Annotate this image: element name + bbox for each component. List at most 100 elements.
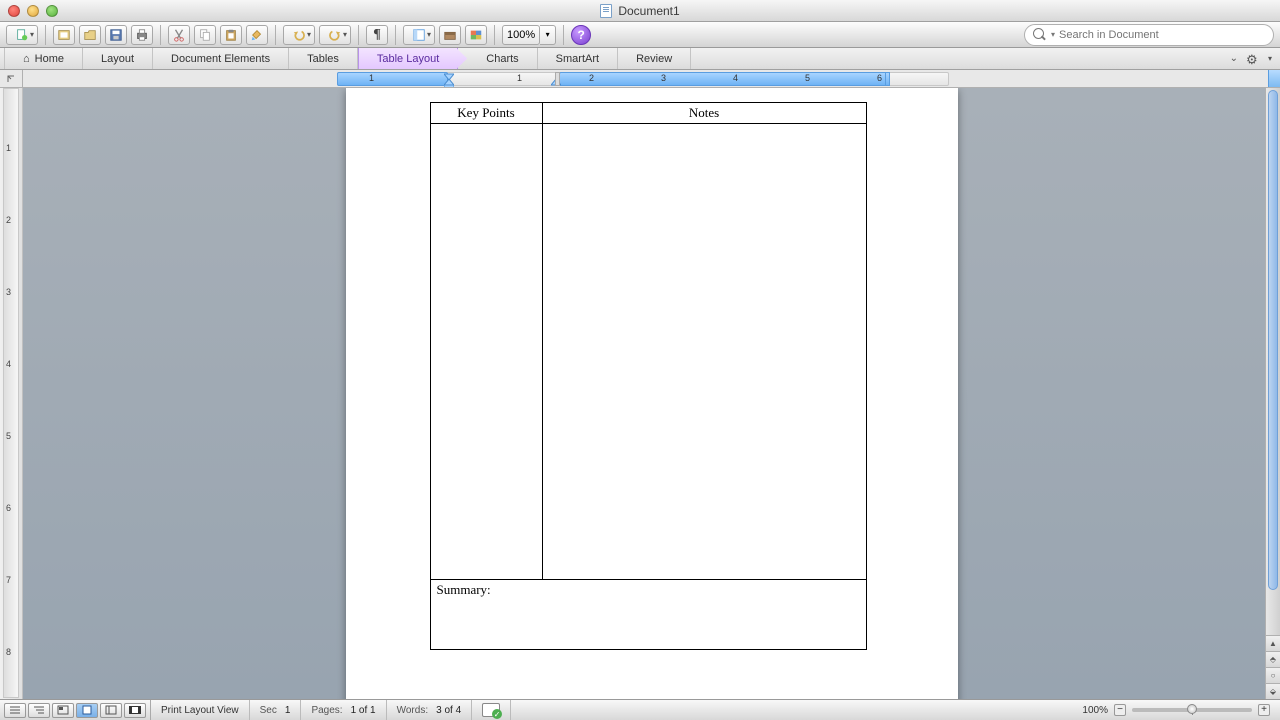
sidebar-toggle-button[interactable] [403,25,435,45]
table-body-row[interactable] [430,124,866,580]
show-formatting-button[interactable]: ¶ [366,25,388,45]
zoom-window-button[interactable] [46,5,58,17]
view-mode-buttons [0,700,151,720]
table-cell-keypoints[interactable] [430,124,542,580]
copy-button[interactable] [194,25,216,45]
cut-button[interactable] [168,25,190,45]
zoom-in-button[interactable]: + [1258,704,1270,716]
ruler-right-margin-marker[interactable] [885,72,890,86]
status-zoom: 100% − + [1072,704,1280,716]
toolbox-button[interactable] [439,25,461,45]
view-name-label: Print Layout View [161,705,239,716]
redo-button[interactable] [319,25,351,45]
zoom-value[interactable]: 100% [502,25,540,45]
table-header-row[interactable]: Key Points Notes [430,103,866,124]
ribbon-settings-dropdown-icon[interactable]: ▾ [1268,54,1272,63]
vruler-2: 2 [6,215,11,225]
tab-document-elements-label: Document Elements [171,53,270,65]
status-pages[interactable]: Pages: 1 of 1 [301,700,386,720]
status-words[interactable]: Words: 3 of 4 [387,700,473,720]
horizontal-ruler-row: 1 1 2 3 4 5 6 [0,70,1280,88]
page[interactable]: Key Points Notes Summary: [346,88,958,699]
horizontal-ruler[interactable]: 1 1 2 3 4 5 6 [23,70,1280,87]
indent-left-marker[interactable] [444,79,454,87]
vertical-scrollbar[interactable]: ▲ ⬘ ○ ⬙ [1265,88,1280,699]
open-template-button[interactable] [53,25,75,45]
words-label: Words: [397,705,429,716]
zoom-selector[interactable]: 100% ▾ [502,25,556,45]
vertical-ruler[interactable]: 1 2 3 4 5 6 7 8 [0,88,23,699]
format-painter-button[interactable] [246,25,268,45]
search-dropdown-icon[interactable]: ▾ [1051,30,1055,39]
print-button[interactable] [131,25,153,45]
status-view-name[interactable]: Print Layout View [151,700,250,720]
search-input[interactable] [1059,29,1265,41]
undo-button[interactable] [283,25,315,45]
zoom-percent-label[interactable]: 100% [1082,705,1108,716]
ruler-tick-6: 6 [877,73,882,83]
pages-value: 1 of 1 [351,705,376,716]
tab-smartart-label: SmartArt [556,53,599,65]
window-title: Document1 [618,4,679,18]
print-layout-view-button[interactable] [76,703,98,718]
new-document-button[interactable] [6,25,38,45]
notebook-view-button[interactable] [100,703,122,718]
tab-tables[interactable]: Tables [289,48,358,69]
help-button[interactable]: ? [571,25,591,45]
sec-label: Sec [260,705,277,716]
zoom-slider[interactable] [1132,708,1252,712]
browse-object-button[interactable]: ○ [1266,667,1280,683]
focus-view-button[interactable] [124,703,146,718]
tab-charts-label: Charts [486,53,518,65]
tab-layout[interactable]: Layout [83,48,153,69]
save-button[interactable] [105,25,127,45]
publishing-view-button[interactable] [52,703,74,718]
table-header-keypoints[interactable]: Key Points [430,103,542,124]
status-section[interactable]: Sec 1 [250,700,302,720]
vruler-8: 8 [6,647,11,657]
words-value: 3 of 4 [436,705,461,716]
status-spellcheck[interactable] [472,700,511,720]
column-divider-marker[interactable] [555,72,560,86]
sec-value: 1 [285,705,291,716]
vruler-5: 5 [6,431,11,441]
tab-table-layout[interactable]: Table Layout [358,48,458,69]
table-summary-row[interactable]: Summary: [430,580,866,650]
document-area: 1 2 3 4 5 6 7 8 Key Points Notes Summary… [0,88,1280,699]
table-header-notes[interactable]: Notes [542,103,866,124]
zoom-out-button[interactable]: − [1114,704,1126,716]
media-browser-button[interactable] [465,25,487,45]
draft-view-button[interactable] [4,703,26,718]
ruler-margin-left [337,72,448,86]
home-icon: ⌂ [23,53,30,65]
next-page-button[interactable]: ⬙ [1266,683,1280,699]
ribbon-settings-icon[interactable] [1246,52,1260,66]
tab-review[interactable]: Review [618,48,691,69]
outline-view-button[interactable] [28,703,50,718]
prev-page-button[interactable]: ⬘ [1266,651,1280,667]
table-cell-notes[interactable] [542,124,866,580]
table-cell-summary[interactable]: Summary: [430,580,866,650]
open-button[interactable] [79,25,101,45]
scroll-up-button[interactable]: ▲ [1266,635,1280,651]
search-box[interactable]: ▾ [1024,24,1274,46]
paste-button[interactable] [220,25,242,45]
tab-smartart[interactable]: SmartArt [538,48,618,69]
document-canvas[interactable]: Key Points Notes Summary: [23,88,1280,699]
document-table[interactable]: Key Points Notes Summary: [430,102,867,650]
tab-charts[interactable]: Charts [458,48,537,69]
scrollbar-thumb[interactable] [1268,90,1278,590]
tab-layout-label: Layout [101,53,134,65]
minimize-window-button[interactable] [27,5,39,17]
ruler-tick-2: 2 [589,73,594,83]
ribbon-collapse-icon[interactable]: ⌄ [1230,53,1238,64]
ruler-column-2 [559,72,889,86]
tab-document-elements[interactable]: Document Elements [153,48,289,69]
zoom-dropdown-icon[interactable]: ▾ [540,25,556,45]
ruler-corner-button[interactable] [0,70,23,87]
ribbon-tabs: ⌂ Home Layout Document Elements Tables T… [0,48,1280,70]
close-window-button[interactable] [8,5,20,17]
tab-home[interactable]: ⌂ Home [4,48,83,69]
zoom-slider-thumb[interactable] [1187,704,1197,714]
tab-tables-label: Tables [307,53,339,65]
